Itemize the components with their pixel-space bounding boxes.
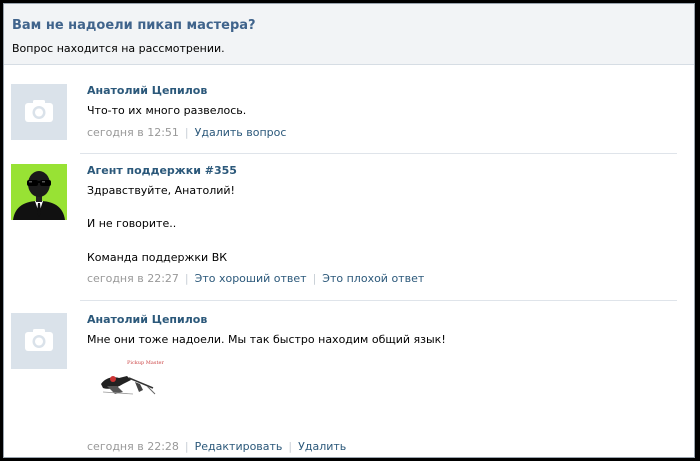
post-time: сегодня в 12:51 <box>87 126 179 139</box>
agent-avatar[interactable] <box>11 164 67 220</box>
avatar[interactable] <box>11 313 67 369</box>
question-status: Вопрос находится на рассмотрении. <box>12 42 225 55</box>
post-text-reply: И не говорите.. <box>87 217 177 230</box>
post-content: Агент поддержки #355 Здравствуйте, Анато… <box>87 164 677 285</box>
post-user-question: Анатолий Цепилов Что-то их много развело… <box>11 84 681 144</box>
good-answer-link[interactable]: Это хороший ответ <box>195 272 307 285</box>
author-link[interactable]: Анатолий Цепилов <box>87 84 677 97</box>
post-meta: сегодня в 22:27 | Это хороший ответ | Это пл… <box>87 272 425 285</box>
post-time: сегодня в 22:28 <box>87 440 179 453</box>
post-text-signature: Команда поддержки ВК <box>87 251 228 264</box>
question-title: Вам не надоели пикап мастера? <box>12 18 256 33</box>
post-meta: сегодня в 12:51 | Удалить вопрос <box>87 126 287 139</box>
divider <box>80 300 677 301</box>
post-content: Анатолий Цепилов Что-то их много развело… <box>87 84 677 139</box>
post-content: Анатолий Цепилов Мне они тоже надоели. М… <box>87 313 677 453</box>
divider <box>80 153 677 154</box>
camera-icon <box>25 329 53 351</box>
question-window: Вам не надоели пикап мастера? Вопрос нах… <box>3 3 695 458</box>
image-caption: Pickup Master <box>127 360 164 366</box>
post-meta: сегодня в 22:28 | Редактировать | Удалить <box>87 440 347 453</box>
author-link[interactable]: Анатолий Цепилов <box>87 313 677 326</box>
post-time: сегодня в 22:27 <box>87 272 179 285</box>
attached-image[interactable]: Pickup Master <box>93 358 179 402</box>
delete-question-link[interactable]: Удалить вопрос <box>195 126 287 139</box>
author-link[interactable]: Агент поддержки #355 <box>87 164 677 177</box>
bad-answer-link[interactable]: Это плохой ответ <box>322 272 424 285</box>
post-user-reply: Анатолий Цепилов Мне они тоже надоели. М… <box>11 313 681 453</box>
post-support-answer: Агент поддержки #355 Здравствуйте, Анато… <box>11 164 681 294</box>
post-text: Мне они тоже надоели. Мы так быстро нахо… <box>87 333 446 346</box>
post-text-greeting: Здравствуйте, Анатолий! <box>87 184 235 197</box>
camera-icon <box>25 100 53 122</box>
delete-link[interactable]: Удалить <box>298 440 346 453</box>
post-text: Что-то их много развелось. <box>87 104 247 117</box>
edit-link[interactable]: Редактировать <box>195 440 283 453</box>
avatar[interactable] <box>11 84 67 140</box>
question-header: Вам не надоели пикап мастера? Вопрос нах… <box>4 4 694 65</box>
agent-in-suit-icon <box>13 171 65 220</box>
